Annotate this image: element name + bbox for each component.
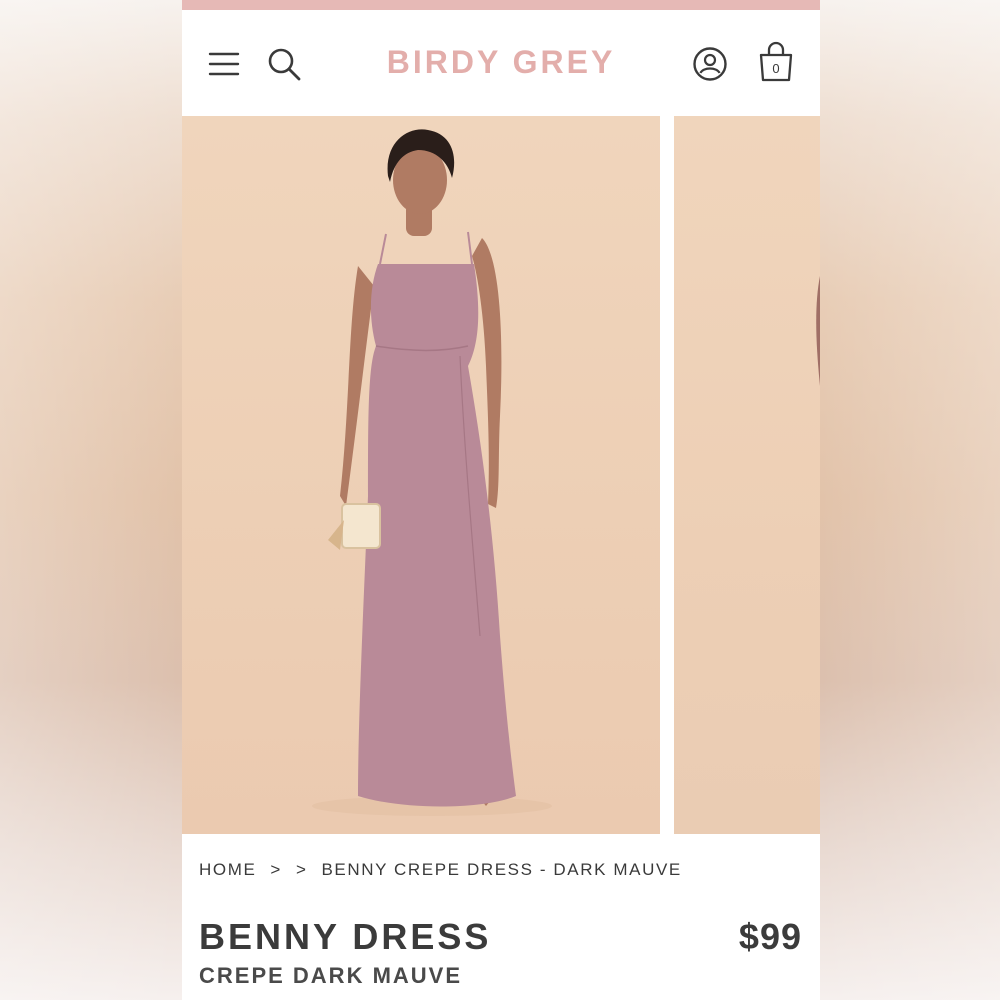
product-price: $99: [738, 916, 802, 957]
cart-button[interactable]: 0: [756, 40, 796, 84]
dress-front-photo[interactable]: [182, 116, 660, 834]
mobile-screen: BIRDY GREY 0 HOME > > BENNY CREPE DRESS …: [182, 0, 820, 1000]
next-image-peek: [816, 276, 820, 386]
model-in-dress-illustration: [312, 129, 552, 816]
product-gallery: [182, 116, 820, 834]
site-header: BIRDY GREY 0: [182, 10, 820, 116]
product-title: BENNY DRESS: [199, 916, 492, 957]
product-variant: CREPE DARK MAUVE: [199, 963, 463, 988]
dress-next-photo[interactable]: [674, 116, 820, 834]
breadcrumb-separator: >: [295, 860, 308, 879]
breadcrumb-separator: >: [270, 860, 282, 879]
breadcrumb-home[interactable]: HOME: [199, 860, 256, 880]
breadcrumb-current: BENNY CREPE DRESS - DARK MAUVE: [321, 860, 682, 879]
announcement-bar: [182, 0, 820, 10]
cart-count: 0: [772, 61, 780, 76]
breadcrumb: HOME > > BENNY CREPE DRESS - DARK MAUVE: [199, 860, 682, 880]
account-icon[interactable]: [692, 46, 728, 82]
